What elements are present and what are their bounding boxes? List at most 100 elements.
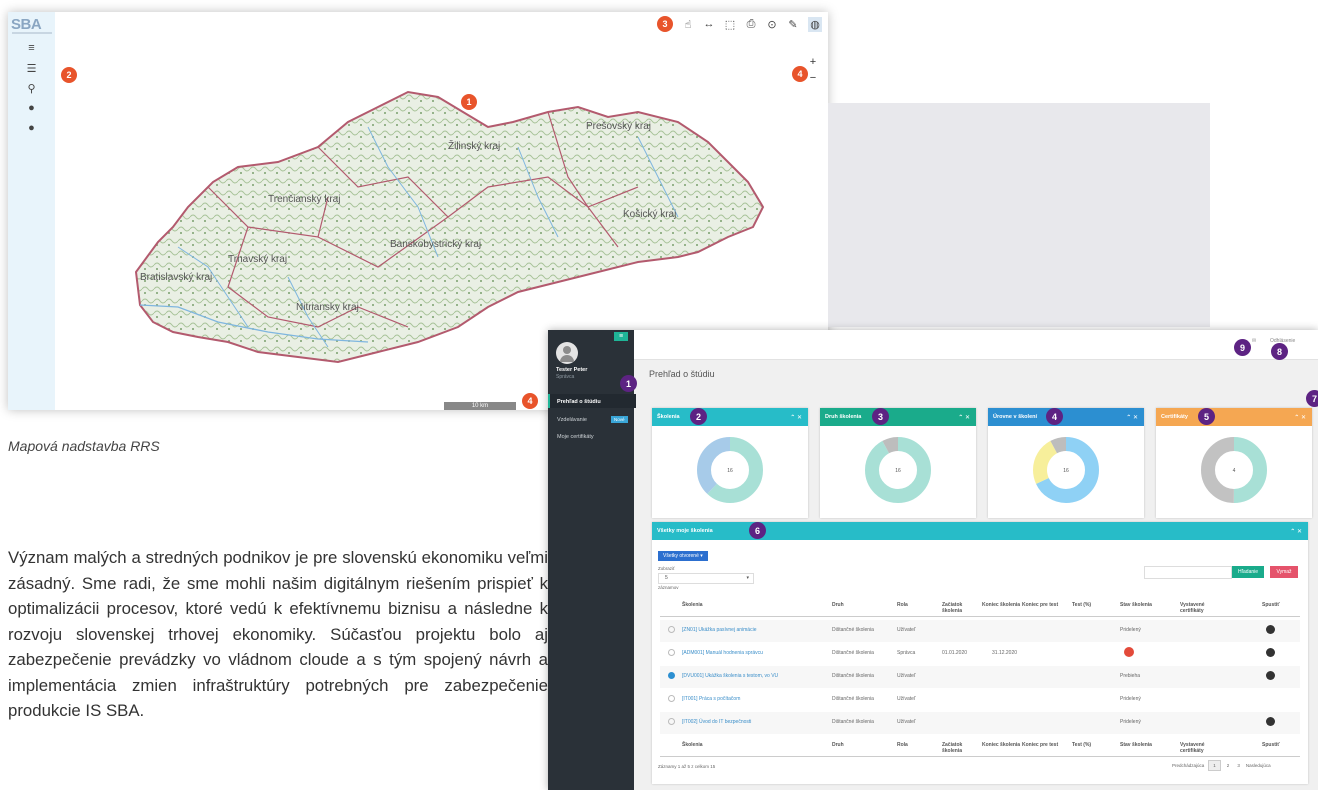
page-title: Prehľad o štúdiu <box>649 369 715 379</box>
globe-icon[interactable]: ◍ <box>808 16 822 32</box>
menu-icon[interactable]: ≡ <box>8 38 55 58</box>
column-header[interactable]: Koniec školenia <box>982 602 1022 608</box>
nav-item-certificates[interactable]: Moje certifikáty <box>557 434 594 440</box>
training-link[interactable]: [ZN01] Ukážka pasívnej animácie <box>682 627 756 633</box>
page-size-select[interactable]: 5 ▾ <box>658 573 754 584</box>
card-controls[interactable]: ⌃ ✕ <box>790 414 802 421</box>
help-icon[interactable]: ● <box>8 118 55 138</box>
training-end: 31.12.2020 <box>992 650 1018 656</box>
card-controls[interactable]: ⌃ ✕ <box>958 414 970 421</box>
column-header[interactable]: Koniec školenia <box>982 742 1022 748</box>
zoom-in-button[interactable]: + <box>806 56 820 68</box>
training-link[interactable]: [DVU001] Ukážka školenia s testom, vo VU <box>682 673 778 679</box>
training-link[interactable]: [ADM001] Manuál hodnenia správcu <box>682 650 763 656</box>
user-role[interactable]: Správca <box>556 374 574 380</box>
badge-app-9: 9 <box>1234 339 1251 356</box>
app-sidebar: ≡ Tester Peter Správca 1 Prehľad o štúdi… <box>548 330 637 790</box>
training-link[interactable]: [IT002] Úvod do IT bezpečnosti <box>682 719 751 725</box>
card-title: Druh školenia <box>825 414 862 420</box>
column-header[interactable]: Rola <box>897 602 937 608</box>
column-header[interactable]: Spustiť <box>1262 742 1302 748</box>
donut-center-value: 16 <box>727 468 733 474</box>
pager-page-1[interactable]: 1 <box>1208 760 1221 771</box>
badge-app-7: 7 <box>1306 390 1318 407</box>
column-header[interactable]: Test (%) <box>1072 602 1112 608</box>
sidebar-toggle-button[interactable]: ≡ <box>614 332 628 341</box>
training-role: Užívateľ <box>897 719 916 725</box>
header-divider <box>660 756 1300 757</box>
training-status: Pridelený <box>1120 696 1141 702</box>
column-header[interactable]: Spustiť <box>1262 602 1302 608</box>
info-icon[interactable]: ● <box>8 98 55 118</box>
nav-item-education[interactable]: Vzdelávanie <box>557 417 587 423</box>
training-type: Dištančné školenia <box>832 650 874 656</box>
pager-page-3[interactable]: 3 <box>1235 761 1242 770</box>
print-icon[interactable]: ⎙ <box>745 18 757 31</box>
search-icon[interactable]: ⚲ <box>8 78 55 98</box>
region-presov: Prešovský kraj <box>586 121 651 132</box>
donut-chart: 16 <box>865 437 931 503</box>
column-header[interactable]: Koniec pre test <box>1022 602 1062 608</box>
column-header[interactable]: Rola <box>897 742 937 748</box>
avatar <box>556 342 578 364</box>
measure-icon[interactable]: ↔ <box>703 18 715 30</box>
logo-underline <box>12 32 52 34</box>
pager-page-2[interactable]: 2 <box>1225 761 1232 770</box>
column-header[interactable]: Stav školenia <box>1120 602 1160 608</box>
card-controls[interactable]: ⌃ ✕ <box>1290 528 1302 535</box>
card-trainings: Školenia 2 ⌃ ✕ 16 <box>652 408 808 518</box>
column-header[interactable]: Vystavené certifikáty <box>1180 742 1220 754</box>
badge-app-3: 3 <box>872 408 889 425</box>
locate-icon[interactable]: ⊙ <box>766 18 778 31</box>
column-header[interactable]: Vystavené certifikáty <box>1180 602 1220 614</box>
column-header[interactable]: Koniec pre test <box>1022 742 1062 748</box>
pencil-icon[interactable]: ✎ <box>787 18 799 31</box>
badge-4-zoom: 4 <box>792 66 808 82</box>
notification-icon[interactable]: ✉ <box>1252 338 1256 344</box>
card-controls[interactable]: ⌃ ✕ <box>1126 414 1138 421</box>
nav-item-overview[interactable]: Prehľad o štúdiu <box>557 399 601 405</box>
card-controls[interactable]: ⌃ ✕ <box>1294 414 1306 421</box>
column-header[interactable]: Školenia <box>682 602 722 608</box>
clear-button[interactable]: Vymaž <box>1270 566 1298 578</box>
table-title: Všetky moje školenia <box>657 528 713 534</box>
hand-icon[interactable]: ☝ <box>682 18 694 31</box>
column-header[interactable]: Školenia <box>682 742 722 748</box>
donut-chart: 16 <box>697 437 763 503</box>
play-icon[interactable] <box>1266 671 1275 680</box>
pagination: Predchádzajúca 1 2 3 Nasledujúca <box>1172 760 1271 771</box>
table-row[interactable] <box>660 712 1300 734</box>
search-button[interactable]: Hľadanie <box>1232 566 1264 578</box>
donut-center-value: 16 <box>895 468 901 474</box>
area-icon[interactable]: ⬚ <box>724 18 736 31</box>
card-certificates: Certifikáty 5 ⌃ ✕ 4 <box>1156 408 1312 518</box>
column-header[interactable]: Stav školenia <box>1120 742 1160 748</box>
card-title: Školenia <box>657 414 680 420</box>
training-link[interactable]: [IT001] Práca s počítačom <box>682 696 740 702</box>
search-input[interactable] <box>1144 566 1232 579</box>
pager-prev[interactable]: Predchádzajúca <box>1172 763 1204 768</box>
play-icon[interactable] <box>1266 648 1275 657</box>
column-header[interactable]: Začiatok školenia <box>942 602 982 614</box>
app-topbar: 9 ✉ Odhlásenie 8 <box>634 330 1318 360</box>
column-header[interactable]: Druh <box>832 742 872 748</box>
badge-app-2: 2 <box>690 408 707 425</box>
column-header[interactable]: Začiatok školenia <box>942 742 982 754</box>
zoom-out-button[interactable]: − <box>806 72 820 84</box>
card-header: Druh školenia 3 ⌃ ✕ <box>820 408 976 426</box>
training-type: Dištančné školenia <box>832 673 874 679</box>
training-status: Pridelený <box>1120 627 1141 633</box>
filter-dropdown[interactable]: Všetky otvorené ▾ <box>658 551 708 561</box>
table-info: Záznamy 1 až 5 z celkom 15 <box>658 764 716 769</box>
map-sidebar: SBA ≡ ☰ ⚲ ● ● <box>8 12 55 410</box>
play-icon[interactable] <box>1266 717 1275 726</box>
list-icon[interactable]: ☰ <box>8 58 55 78</box>
grey-backdrop <box>828 103 1210 327</box>
training-type: Dištančné školenia <box>832 696 874 702</box>
column-header[interactable]: Test (%) <box>1072 742 1112 748</box>
pager-next[interactable]: Nasledujúca <box>1246 763 1271 768</box>
play-icon[interactable] <box>1266 625 1275 634</box>
training-type: Dištančné školenia <box>832 719 874 725</box>
training-role: Správca <box>897 650 916 656</box>
column-header[interactable]: Druh <box>832 602 872 608</box>
